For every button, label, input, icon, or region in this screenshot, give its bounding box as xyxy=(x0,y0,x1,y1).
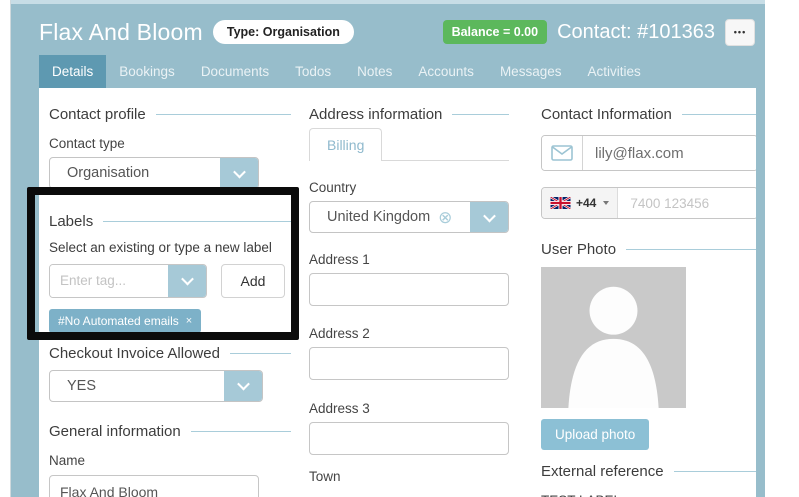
phone-input[interactable] xyxy=(618,188,756,218)
heading-rule xyxy=(682,114,756,115)
heading-rule xyxy=(103,221,291,222)
heading-rule xyxy=(156,114,291,115)
country-value: United Kingdom ⊗ xyxy=(310,202,470,232)
address2-input[interactable] xyxy=(309,347,509,380)
chevron-down-icon[interactable] xyxy=(224,371,262,401)
address3-input[interactable] xyxy=(309,422,509,455)
tab-accounts[interactable]: Accounts xyxy=(405,55,487,88)
header-right: Balance = 0.00 Contact: #101363 ••• xyxy=(443,19,755,46)
tab-details[interactable]: Details xyxy=(39,55,106,88)
tab-activities[interactable]: Activities xyxy=(574,55,653,88)
page-title: Flax And Bloom xyxy=(39,19,203,46)
tab-todos[interactable]: Todos xyxy=(282,55,344,88)
section-heading-labels: Labels xyxy=(49,213,291,230)
clear-country-icon[interactable]: ⊗ xyxy=(438,209,452,226)
email-group xyxy=(541,135,756,171)
upload-photo-button[interactable]: Upload photo xyxy=(541,419,649,450)
column-contact-profile: Contact profile Contact type Organisatio… xyxy=(49,88,291,497)
country-label: Country xyxy=(309,180,509,195)
person-silhouette-icon xyxy=(541,267,686,408)
heading-text: Address information xyxy=(309,106,442,123)
tab-documents[interactable]: Documents xyxy=(188,55,282,88)
app-panel: Flax And Bloom Type: Organisation Balanc… xyxy=(10,0,765,497)
heading-text: Contact profile xyxy=(49,106,146,123)
heading-text: Contact Information xyxy=(541,106,672,123)
type-pill: Type: Organisation xyxy=(213,20,354,44)
address1-input[interactable] xyxy=(309,273,509,306)
chevron-down-icon[interactable] xyxy=(168,265,206,297)
tab-billing[interactable]: Billing xyxy=(309,128,382,161)
user-photo-placeholder xyxy=(541,267,686,408)
heading-rule xyxy=(452,114,509,115)
section-heading-external-ref: External reference xyxy=(541,463,756,480)
chevron-down-icon[interactable] xyxy=(470,202,508,232)
checkout-invoice-value: YES xyxy=(50,371,224,401)
heading-text: Labels xyxy=(49,213,93,230)
tag-input-row: Add xyxy=(49,264,291,298)
chip-remove-icon[interactable]: × xyxy=(186,315,192,327)
add-tag-button[interactable]: Add xyxy=(221,264,285,298)
chip-text: #No Automated emails xyxy=(58,314,179,328)
heading-rule xyxy=(626,249,756,250)
heading-rule xyxy=(674,471,756,472)
town-label: Town xyxy=(309,469,509,484)
tag-select xyxy=(49,264,207,298)
address-tab-bar: Billing xyxy=(309,127,509,161)
address2-label: Address 2 xyxy=(309,326,509,341)
label-chip[interactable]: #No Automated emails × xyxy=(49,309,201,333)
address3-label: Address 3 xyxy=(309,401,509,416)
phone-group: +44 xyxy=(541,187,756,219)
contact-type-value: Organisation xyxy=(50,158,220,188)
column-contact-info: Contact Information xyxy=(541,88,756,497)
email-input[interactable] xyxy=(583,136,756,170)
header: Flax And Bloom Type: Organisation Balanc… xyxy=(39,10,755,54)
more-actions-button[interactable]: ••• xyxy=(725,19,755,46)
page: Flax And Bloom Type: Organisation Balanc… xyxy=(0,0,799,497)
heading-rule xyxy=(230,353,291,354)
column-address: Address information Billing Country Unit… xyxy=(309,88,509,484)
phone-country-selector[interactable]: +44 xyxy=(542,188,618,218)
section-heading-user-photo: User Photo xyxy=(541,241,756,258)
external-ref-label: TEST LABEL xyxy=(541,493,756,497)
section-heading-address: Address information xyxy=(309,106,509,123)
tab-bookings[interactable]: Bookings xyxy=(106,55,188,88)
chip-container: #No Automated emails × xyxy=(49,298,291,333)
section-heading-contact-info: Contact Information xyxy=(541,106,756,123)
section-heading-contact-profile: Contact profile xyxy=(49,106,291,123)
section-heading-general: General information xyxy=(49,423,291,440)
name-input[interactable] xyxy=(49,475,259,497)
contact-type-label: Contact type xyxy=(49,136,291,151)
chevron-down-icon[interactable] xyxy=(220,158,258,188)
name-label: Name xyxy=(49,453,291,468)
tag-input[interactable] xyxy=(50,265,168,297)
country-text: United Kingdom xyxy=(327,209,430,225)
section-heading-checkout: Checkout Invoice Allowed xyxy=(49,345,291,362)
details-content: Contact profile Contact type Organisatio… xyxy=(39,88,756,497)
uk-flag-icon xyxy=(550,197,571,209)
heading-rule xyxy=(191,431,291,432)
heading-text: User Photo xyxy=(541,241,616,258)
dial-code: +44 xyxy=(576,196,596,210)
contact-type-select[interactable]: Organisation xyxy=(49,157,259,189)
heading-text: General information xyxy=(49,423,181,440)
tab-messages[interactable]: Messages xyxy=(487,55,575,88)
balance-badge: Balance = 0.00 xyxy=(443,20,548,44)
heading-text: External reference xyxy=(541,463,664,480)
top-accent-strip xyxy=(11,0,765,4)
heading-text: Checkout Invoice Allowed xyxy=(49,345,220,362)
tab-bar: Details Bookings Documents Todos Notes A… xyxy=(39,55,654,88)
labels-help-text: Select an existing or type a new label xyxy=(49,238,279,258)
contact-ref: Contact: #101363 xyxy=(557,21,715,44)
email-icon xyxy=(542,136,583,170)
tab-notes[interactable]: Notes xyxy=(344,55,405,88)
address1-label: Address 1 xyxy=(309,252,509,267)
country-select[interactable]: United Kingdom ⊗ xyxy=(309,201,509,233)
caret-down-icon xyxy=(603,201,609,205)
checkout-invoice-select[interactable]: YES xyxy=(49,370,263,402)
